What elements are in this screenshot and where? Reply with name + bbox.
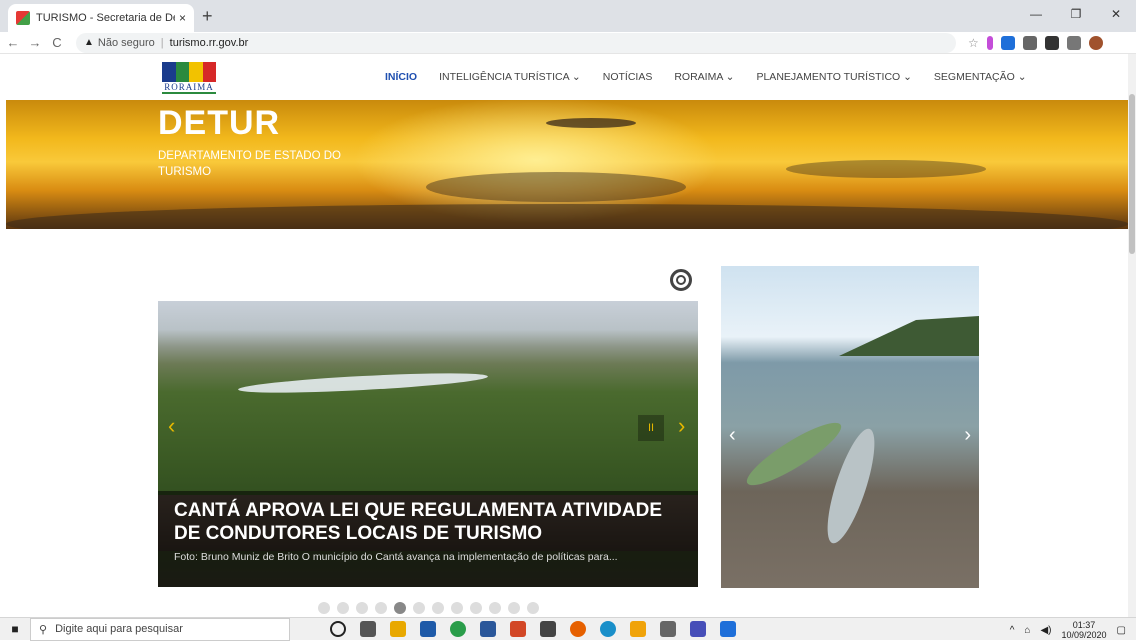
slider-prev-icon[interactable]: ‹ [168, 413, 175, 439]
powerpoint-icon[interactable] [510, 621, 526, 637]
slide-summary: Foto: Bruno Muniz de Brito O município d… [174, 551, 618, 563]
side-next-icon[interactable]: › [964, 424, 971, 447]
chrome-icon[interactable] [450, 621, 466, 637]
main-menu: INÍCIO INTELIGÊNCIA TURÍSTICA ⌄ NOTÍCIAS… [385, 54, 1027, 100]
new-tab-button[interactable]: + [202, 6, 213, 27]
pagination-dot[interactable] [508, 602, 520, 614]
tab-close-icon[interactable]: × [179, 11, 186, 25]
clock[interactable]: 01:37 10/09/2020 [1062, 620, 1107, 640]
side-slider[interactable]: ‹ › [721, 266, 979, 588]
task-view-icon[interactable] [360, 621, 376, 637]
side-boat-green [740, 413, 848, 495]
security-label: Não seguro [97, 36, 155, 49]
mail-icon[interactable] [420, 621, 436, 637]
menu-item-roraima[interactable]: RORAIMA ⌄ [674, 71, 734, 83]
search-icon: ⚲ [39, 623, 48, 636]
tab-title: TURISMO - Secretaria de Desenv [36, 12, 175, 24]
window-controls: — ❐ ✕ [1016, 0, 1136, 28]
slider-next-icon[interactable]: › [678, 413, 685, 439]
clock-time: 01:37 [1072, 620, 1096, 630]
pagination-dot[interactable] [413, 602, 425, 614]
slider-pause-button[interactable]: II [638, 415, 664, 441]
page-scrollbar[interactable] [1128, 54, 1136, 617]
tray-expand-icon[interactable]: ^ [1010, 625, 1015, 636]
office-icon[interactable] [630, 621, 646, 637]
browser-tab-strip: TURISMO - Secretaria de Desenv × + — ❐ ✕ [0, 0, 1136, 32]
site-favicon-icon [16, 11, 30, 25]
address-input[interactable]: ▲ Não seguro | turismo.rr.gov.br [76, 32, 956, 53]
teams-icon[interactable] [690, 621, 706, 637]
tray-network-icon[interactable]: ⌂ [1024, 625, 1030, 636]
news-slider[interactable]: ‹ II › CANTÁ APROVA LEI QUE REGULAMENTA … [158, 265, 698, 587]
pagination-dot[interactable] [470, 602, 482, 614]
loading-spinner-icon [670, 269, 692, 291]
file-explorer-icon[interactable] [390, 621, 406, 637]
close-window-icon[interactable]: ✕ [1096, 0, 1136, 28]
pagination-dot[interactable] [337, 602, 349, 614]
forward-icon[interactable]: → [26, 35, 44, 50]
network-app-icon[interactable] [660, 621, 676, 637]
slide-caption[interactable]: CANTÁ APROVA LEI QUE REGULAMENTA ATIVIDA… [158, 491, 698, 587]
clock-date: 10/09/2020 [1061, 630, 1107, 640]
side-prev-icon[interactable]: ‹ [729, 424, 736, 447]
menu-item-segmentacao[interactable]: SEGMENTAÇÃO ⌄ [934, 71, 1027, 83]
pagination-dot[interactable] [451, 602, 463, 614]
menu-item-planejamento-turistico[interactable]: PLANEJAMENTO TURÍSTICO ⌄ [756, 71, 911, 83]
pen-extension-icon[interactable] [986, 35, 993, 50]
hero-title: DETUR [158, 104, 281, 142]
pagination-dot[interactable] [527, 602, 539, 614]
pagination-dot[interactable] [375, 602, 387, 614]
hero-subtitle: DEPARTAMENTO DE ESTADO DO TURISMO [158, 150, 341, 178]
extension-blue-icon[interactable] [1000, 35, 1015, 50]
url-separator: | [160, 36, 164, 49]
flag-icon [162, 62, 216, 82]
pagination-dot[interactable] [432, 602, 444, 614]
volume-icon[interactable]: ◀) [1040, 625, 1051, 636]
system-tray: ^ ⌂ ◀) 01:37 10/09/2020 ▢ [1010, 620, 1126, 640]
slide-headline[interactable]: CANTÁ APROVA LEI QUE REGULAMENTA ATIVIDA… [174, 499, 682, 545]
pagination-dot[interactable] [318, 602, 330, 614]
menu-item-inicio[interactable]: INÍCIO [385, 71, 417, 83]
side-mountain [839, 316, 979, 356]
taskbar-search-placeholder: Digite aqui para pesquisar [55, 623, 183, 635]
pagination-dot[interactable] [489, 602, 501, 614]
notifications-icon[interactable]: ▢ [1117, 625, 1126, 636]
reload-icon[interactable]: C [48, 35, 66, 50]
river-shape [237, 369, 489, 397]
pagination-dot[interactable] [356, 602, 368, 614]
bookmark-star-icon[interactable]: ☆ [968, 36, 979, 50]
firefox-icon[interactable] [570, 621, 586, 637]
calculator-icon[interactable] [540, 621, 556, 637]
menu-item-inteligencia-turistica[interactable]: INTELIGÊNCIA TURÍSTICA ⌄ [439, 71, 581, 83]
warning-icon: ▲ [84, 37, 94, 48]
blue-app-icon[interactable] [720, 621, 736, 637]
site-header: RORAIMA INÍCIO INTELIGÊNCIA TURÍSTICA ⌄ … [0, 54, 1128, 100]
word-icon[interactable] [480, 621, 496, 637]
browser-tab[interactable]: TURISMO - Secretaria de Desenv × [8, 4, 194, 32]
extensions-bar: ☆ [968, 35, 1103, 50]
hero-banner: DETUR DEPARTAMENTO DE ESTADO DO TURISMO [6, 100, 1128, 229]
url-text: turismo.rr.gov.br [169, 36, 249, 49]
start-button-icon[interactable]: ■ [0, 622, 30, 636]
logo-text: RORAIMA [162, 82, 216, 94]
extension-gear-icon[interactable] [1022, 35, 1037, 50]
edge-icon[interactable] [600, 621, 616, 637]
taskbar-apps [330, 621, 736, 637]
back-icon[interactable]: ← [4, 35, 22, 50]
minimize-icon[interactable]: — [1016, 0, 1056, 28]
windows-taskbar: ■ ⚲ Digite aqui para pesquisar ^ ⌂ ◀) 01… [0, 617, 1136, 641]
pagination-dot[interactable] [394, 602, 406, 614]
reading-list-icon[interactable] [1066, 35, 1081, 50]
scrollbar-thumb[interactable] [1129, 94, 1135, 254]
cortana-icon[interactable] [330, 621, 346, 637]
maximize-icon[interactable]: ❐ [1056, 0, 1096, 28]
slider-pagination [318, 602, 539, 614]
menu-item-noticias[interactable]: NOTÍCIAS [603, 71, 653, 83]
extensions-puzzle-icon[interactable] [1044, 35, 1059, 50]
address-bar-row: ← → C ▲ Não seguro | turismo.rr.gov.br ☆ [0, 32, 1136, 54]
taskbar-search[interactable]: ⚲ Digite aqui para pesquisar [30, 617, 290, 641]
profile-avatar[interactable] [1088, 35, 1103, 50]
roraima-logo[interactable]: RORAIMA [162, 62, 216, 94]
